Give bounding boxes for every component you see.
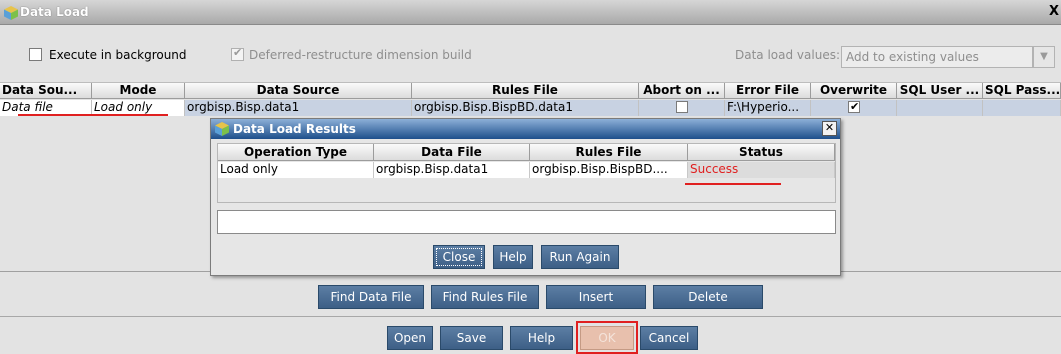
column-header-status[interactable]: Status	[688, 144, 835, 161]
column-header-sql-user[interactable]: SQL User ...	[897, 83, 983, 99]
cell-sql-user[interactable]	[897, 100, 983, 116]
results-grid: Operation Type Data File Rules File Stat…	[217, 143, 836, 203]
annotation-underline	[685, 183, 781, 185]
cell-error-file[interactable]: F:\Hyperio...	[725, 100, 811, 116]
column-header-overwrite[interactable]: Overwrite	[811, 83, 897, 99]
column-header-data-file[interactable]: Data File	[374, 144, 530, 161]
column-header-data-source-type[interactable]: Data Sou...	[0, 83, 92, 99]
data-load-window: Data Load X Execute in background Deferr…	[0, 0, 1061, 354]
results-message-field[interactable]	[217, 210, 836, 234]
execute-background-checkbox[interactable]	[29, 48, 42, 61]
annotation-box	[576, 321, 638, 354]
grid-header: Data Sou... Mode Data Source Rules File …	[0, 83, 1061, 99]
divider	[0, 316, 1061, 317]
open-button[interactable]: Open	[387, 326, 433, 350]
dialog-title: Data Load Results	[233, 122, 356, 136]
abort-on-error-checkbox[interactable]	[676, 101, 688, 113]
deferred-restructure-checkbox[interactable]	[231, 46, 244, 61]
column-header-rules-file[interactable]: Rules File	[530, 144, 688, 161]
dialog-close-icon[interactable]: ✕	[822, 121, 837, 136]
close-button[interactable]: Close	[433, 245, 485, 269]
data-load-values-label: Data load values:	[735, 48, 840, 62]
save-button[interactable]: Save	[440, 326, 503, 350]
cell-sql-password[interactable]	[983, 100, 1061, 116]
cube-icon	[215, 122, 229, 136]
cell-rules-file[interactable]: orgbisp.Bisp.BispBD.data1	[412, 100, 639, 116]
chevron-down-icon[interactable]: ▼	[1033, 46, 1055, 68]
column-header-rules-file[interactable]: Rules File	[412, 83, 639, 99]
window-close-icon[interactable]: X	[1049, 4, 1059, 19]
column-header-data-source[interactable]: Data Source	[185, 83, 412, 99]
find-data-file-button[interactable]: Find Data File	[318, 285, 424, 309]
data-load-results-dialog: Data Load Results ✕ Operation Type Data …	[210, 118, 841, 276]
window-titlebar: Data Load X	[0, 0, 1061, 25]
cell-status[interactable]: Success	[688, 162, 835, 178]
column-header-sql-password[interactable]: SQL Pass...	[983, 83, 1061, 99]
dialog-help-button[interactable]: Help	[493, 245, 533, 269]
cancel-button[interactable]: Cancel	[640, 326, 698, 350]
overwrite-checkbox[interactable]	[848, 100, 860, 114]
find-rules-file-button[interactable]: Find Rules File	[431, 285, 539, 309]
column-header-abort-on-error[interactable]: Abort on ...	[639, 83, 725, 99]
annotation-underline	[18, 114, 168, 116]
cell-overwrite[interactable]	[811, 100, 897, 116]
window-title: Data Load	[20, 5, 89, 19]
deferred-restructure-label: Deferred-restructure dimension build	[249, 48, 472, 62]
dialog-titlebar: Data Load Results ✕	[211, 119, 840, 139]
data-load-values-select[interactable]: Add to existing values	[841, 46, 1033, 68]
run-again-button[interactable]: Run Again	[541, 245, 619, 269]
column-header-error-file[interactable]: Error File	[725, 83, 811, 99]
column-header-mode[interactable]: Mode	[92, 83, 185, 99]
cell-data-file[interactable]: orgbisp.Bisp.data1	[374, 162, 530, 178]
cube-icon	[4, 6, 18, 20]
column-header-operation-type[interactable]: Operation Type	[218, 144, 374, 161]
cell-abort-on-error[interactable]	[639, 100, 725, 116]
cell-data-source[interactable]: orgbisp.Bisp.data1	[185, 100, 412, 116]
delete-button[interactable]: Delete	[653, 285, 763, 309]
cell-rules-file[interactable]: orgbisp.Bisp.BispBD....	[530, 162, 688, 178]
insert-button[interactable]: Insert	[546, 285, 646, 309]
execute-background-label: Execute in background	[49, 48, 187, 62]
cell-operation-type[interactable]: Load only	[218, 162, 374, 178]
help-button[interactable]: Help	[510, 326, 573, 350]
